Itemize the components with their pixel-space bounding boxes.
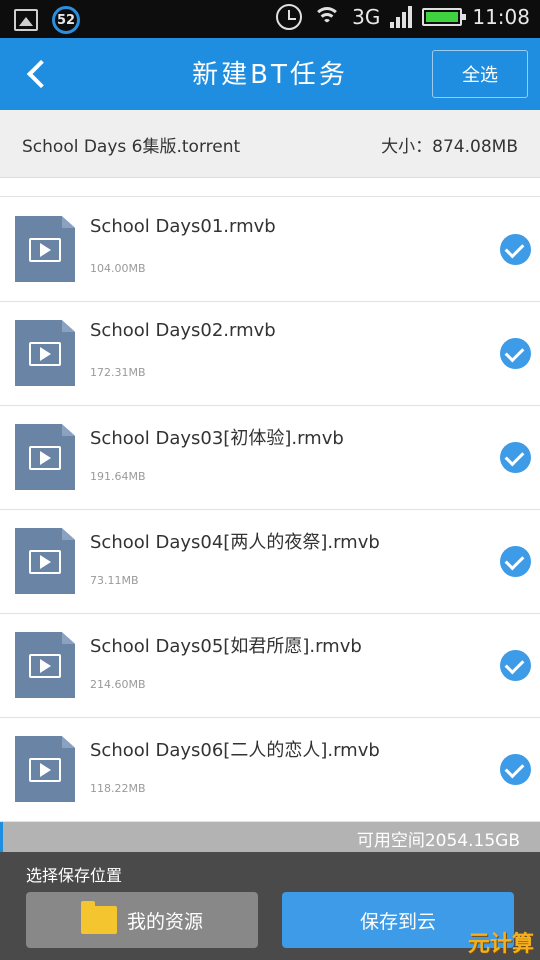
file-size: 104.00MB bbox=[90, 262, 146, 275]
folder-icon bbox=[80, 901, 117, 934]
torrent-info: School Days 6集版.torrent 大小：874.08MB bbox=[0, 110, 540, 178]
alarm-icon bbox=[276, 4, 303, 30]
my-resources-button[interactable]: 我的资源 bbox=[26, 892, 258, 948]
checkbox-checked-icon[interactable] bbox=[500, 546, 531, 577]
torrent-name: School Days 6集版.torrent bbox=[22, 137, 241, 157]
video-file-icon bbox=[15, 632, 75, 698]
video-file-icon bbox=[15, 424, 75, 490]
video-file-icon bbox=[15, 528, 75, 594]
signal-icon bbox=[390, 6, 413, 28]
storage-bar: 可用空间2054.15GB bbox=[0, 822, 540, 852]
save-location-panel: 选择保存位置 我的资源 保存到云 元计算 bbox=[0, 852, 540, 960]
file-size: 118.22MB bbox=[90, 782, 146, 795]
status-bar: 52 3G 11:08 bbox=[0, 0, 540, 38]
file-size: 191.64MB bbox=[90, 470, 146, 483]
clock: 11:08 bbox=[472, 5, 530, 29]
available-space: 可用空间2054.15GB bbox=[356, 831, 520, 851]
torrent-size: 大小：874.08MB bbox=[381, 137, 518, 157]
file-name: School Days01.rmvb bbox=[90, 216, 276, 237]
checkbox-checked-icon[interactable] bbox=[500, 234, 531, 265]
file-size: 73.11MB bbox=[90, 574, 139, 587]
app-header: 新建BT任务 全选 bbox=[0, 38, 540, 110]
checkbox-checked-icon[interactable] bbox=[500, 650, 531, 681]
my-resources-label: 我的资源 bbox=[126, 910, 203, 933]
file-name: School Days03[初体验].rmvb bbox=[90, 428, 344, 449]
file-row[interactable]: School Days01.rmvb 104.00MB bbox=[0, 198, 540, 302]
select-all-button[interactable]: 全选 bbox=[432, 50, 528, 98]
file-size: 214.60MB bbox=[90, 678, 146, 691]
file-name: School Days05[如君所愿].rmvb bbox=[90, 636, 362, 657]
file-name: School Days04[两人的夜祭].rmvb bbox=[90, 532, 380, 553]
storage-used-indicator bbox=[0, 822, 3, 852]
file-row[interactable]: School Days03[初体验].rmvb 191.64MB bbox=[0, 406, 540, 510]
checkbox-checked-icon[interactable] bbox=[500, 754, 531, 785]
file-row[interactable]: School Days05[如君所愿].rmvb 214.60MB bbox=[0, 614, 540, 718]
file-name: School Days06[二人的恋人].rmvb bbox=[90, 740, 380, 761]
wifi-icon bbox=[312, 5, 342, 29]
video-file-icon bbox=[15, 736, 75, 802]
video-file-icon bbox=[15, 216, 75, 282]
checkbox-checked-icon[interactable] bbox=[500, 442, 531, 473]
watermark-logo: 元计算 bbox=[467, 932, 534, 957]
save-location-label: 选择保存位置 bbox=[26, 866, 123, 885]
notification-badge: 52 bbox=[52, 6, 80, 34]
file-row[interactable]: School Days04[两人的夜祭].rmvb 73.11MB bbox=[0, 510, 540, 614]
gallery-icon bbox=[14, 9, 38, 31]
file-size: 172.31MB bbox=[90, 366, 146, 379]
file-row[interactable]: School Days06[二人的恋人].rmvb 118.22MB bbox=[0, 718, 540, 822]
battery-icon bbox=[422, 8, 467, 26]
file-list: School Days01.rmvb 104.00MB School Days0… bbox=[0, 198, 540, 822]
video-file-icon bbox=[15, 320, 75, 386]
list-divider bbox=[0, 196, 540, 197]
file-name: School Days02.rmvb bbox=[90, 320, 276, 341]
network-type: 3G bbox=[352, 5, 381, 29]
file-row[interactable]: School Days02.rmvb 172.31MB bbox=[0, 302, 540, 406]
checkbox-checked-icon[interactable] bbox=[500, 338, 531, 369]
